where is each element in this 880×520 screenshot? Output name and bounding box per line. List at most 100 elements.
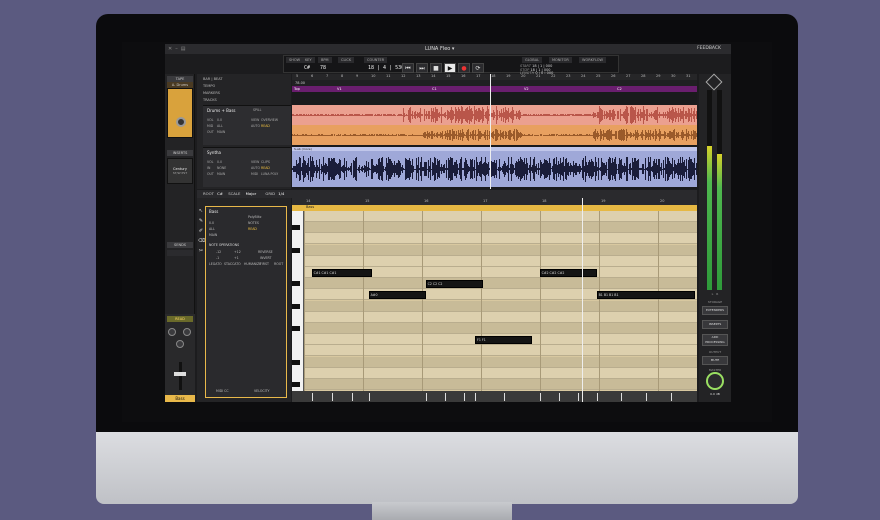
forward-button[interactable]: ⏭ — [416, 63, 428, 73]
op-humanize[interactable]: HUMANIZE — [244, 262, 261, 266]
out-value[interactable]: MAIN — [209, 233, 217, 237]
view-value[interactable]: OVERVIEW — [261, 118, 278, 122]
menu-key[interactable]: KEY — [302, 57, 315, 63]
root-select[interactable]: C# — [217, 191, 223, 196]
vol-value[interactable]: 0.0 — [217, 118, 222, 122]
op-transpose-down[interactable]: -12 — [216, 250, 221, 254]
midi-value[interactable]: LUNA POLY — [261, 172, 278, 176]
close-icon[interactable]: ✕ — [168, 46, 172, 52]
op-semitone-down[interactable]: -1 — [216, 256, 219, 260]
velocity-bar[interactable] — [670, 393, 672, 401]
piano-roll[interactable]: 14 15 16 17 18 19 20 Bass C#1 C#1 C#1 A#0 C2 C2 … — [292, 198, 697, 402]
in-value[interactable]: NONE — [217, 166, 226, 170]
drums-bass-clip[interactable] — [292, 105, 697, 145]
fader-handle[interactable] — [174, 372, 186, 376]
layout-icon[interactable]: ▤ — [181, 46, 186, 52]
op-root[interactable]: ROOT — [274, 262, 283, 266]
stop-button[interactable]: ■ — [430, 63, 442, 73]
bass-track-name[interactable]: Bass — [209, 209, 218, 214]
menu-monitor[interactable]: MONITOR — [549, 57, 572, 63]
velocity-bar[interactable] — [425, 393, 427, 401]
track-name[interactable]: Drums + Bass — [207, 108, 236, 113]
bpm-display[interactable]: 78 — [320, 65, 326, 71]
op-first[interactable]: FIRST — [260, 262, 269, 266]
syntha-clip[interactable]: S-ab (more) — [292, 147, 697, 187]
extenders-button[interactable]: EXTENDERS — [702, 306, 728, 315]
marker-c1[interactable]: C1 — [432, 86, 437, 92]
brush-tool-icon[interactable]: ✐ — [198, 228, 204, 234]
rewind-button[interactable]: ⏮ — [402, 63, 414, 73]
pan-knob-right[interactable] — [183, 328, 191, 336]
master-volume-knob[interactable] — [706, 372, 724, 390]
tape-plugin-card[interactable] — [167, 88, 193, 138]
auto-value[interactable]: READ — [248, 227, 257, 231]
minimize-icon[interactable]: – — [175, 46, 178, 52]
midi-note[interactable]: B1 B1 B1 B1 — [596, 290, 696, 299]
automation-read-button[interactable]: READ — [167, 316, 193, 322]
midi-note[interactable]: C2 C2 C2 — [425, 279, 483, 288]
arrange-timeline[interactable]: 5 6 7 8 9 10 11 12 13 14 15 16 17 18 19 20 21 22 23 24 25 26 2… — [292, 74, 697, 189]
grid-select[interactable]: 1/4 — [278, 191, 284, 196]
pointer-tool-icon[interactable]: ↖ — [198, 208, 204, 214]
op-invert[interactable]: INVERT — [260, 256, 271, 260]
black-key[interactable] — [292, 303, 300, 309]
velocity-bar[interactable] — [475, 393, 476, 401]
velocity-bar[interactable] — [368, 393, 370, 401]
menu-global[interactable]: GLOBAL — [522, 57, 543, 63]
inserts-button[interactable]: INSERTS — [702, 320, 728, 329]
velocity-button[interactable]: VELOCITY — [254, 389, 269, 393]
velocity-bar[interactable] — [646, 393, 647, 401]
black-key[interactable] — [292, 225, 300, 231]
auto-value[interactable]: READ — [261, 166, 270, 170]
track-syntha[interactable]: Syntha VOL 0.0 IN NONE OUT MAIN VIEW CLI… — [203, 147, 291, 187]
velocity-bar[interactable] — [596, 393, 598, 401]
in-value[interactable]: ALL — [209, 227, 215, 231]
vol-value[interactable]: 0.0 — [217, 160, 222, 164]
black-key[interactable] — [292, 326, 300, 331]
insert-slot[interactable]: Century ST/W PST — [167, 158, 193, 184]
op-legato[interactable]: LEGATO — [209, 262, 222, 266]
view-value[interactable]: NOTES — [248, 221, 259, 225]
velocity-lane[interactable] — [292, 391, 697, 402]
velocity-bar[interactable] — [577, 393, 579, 401]
velocity-bar[interactable] — [539, 393, 541, 401]
session-title[interactable]: LUNA Fleo ▾ — [425, 46, 454, 52]
record-button[interactable]: ● — [458, 63, 470, 73]
send-slot[interactable] — [167, 250, 193, 256]
edit-value[interactable]: PolyBlitz — [248, 215, 261, 219]
velocity-bar[interactable] — [352, 393, 354, 401]
spill-button[interactable]: SPILL — [253, 108, 261, 112]
track-name[interactable]: Syntha — [207, 150, 221, 155]
piano-roll-ruler[interactable]: 14 15 16 17 18 19 20 — [292, 198, 697, 205]
play-button[interactable]: ▶ — [444, 63, 456, 73]
midi-note[interactable]: F1 F1 — [475, 335, 532, 344]
marker-lane[interactable]: Top V1 C1 V2 C2 — [292, 86, 697, 92]
tape-knob[interactable] — [176, 117, 186, 127]
velocity-bar[interactable] — [503, 393, 505, 401]
pencil-tool-icon[interactable]: ✎ — [198, 218, 204, 224]
menu-show[interactable]: SHOW — [286, 57, 304, 63]
op-transpose-up[interactable]: +12 — [234, 250, 241, 254]
editor-playhead[interactable] — [582, 198, 583, 402]
pan-knob-left[interactable] — [168, 328, 176, 336]
velocity-bar[interactable] — [311, 393, 313, 401]
midi-note[interactable]: C#1 C#1 C#1 — [311, 268, 373, 277]
out-value[interactable]: MAIN — [217, 172, 225, 176]
menu-workflow[interactable]: WORKFLOW — [579, 57, 606, 63]
key-display[interactable]: C# — [304, 65, 310, 71]
marker-v1[interactable]: V1 — [337, 86, 342, 92]
counter-display[interactable]: 18 | 4 | 530 — [368, 65, 404, 71]
pan-knob-center[interactable] — [176, 340, 184, 348]
velocity-bar[interactable] — [463, 393, 465, 401]
view-value[interactable]: CLIPS — [261, 160, 270, 164]
eraser-tool-icon[interactable]: ⌫ — [198, 238, 205, 244]
op-staccato[interactable]: STACCATO — [224, 262, 241, 266]
op-reverse[interactable]: REVERSE — [258, 250, 273, 254]
midi-note[interactable]: C#2 C#2 C#2 — [539, 268, 597, 277]
op-semitone-up[interactable]: +1 — [234, 256, 239, 260]
bass-track-panel[interactable]: Bass 0.0 ALL MAIN PolyBlitz NOTES READ N… — [205, 206, 287, 398]
mute-button[interactable]: MUTE — [702, 356, 728, 365]
marker-v2[interactable]: V2 — [524, 86, 529, 92]
velocity-bar[interactable] — [331, 393, 333, 401]
playhead[interactable] — [490, 74, 491, 189]
